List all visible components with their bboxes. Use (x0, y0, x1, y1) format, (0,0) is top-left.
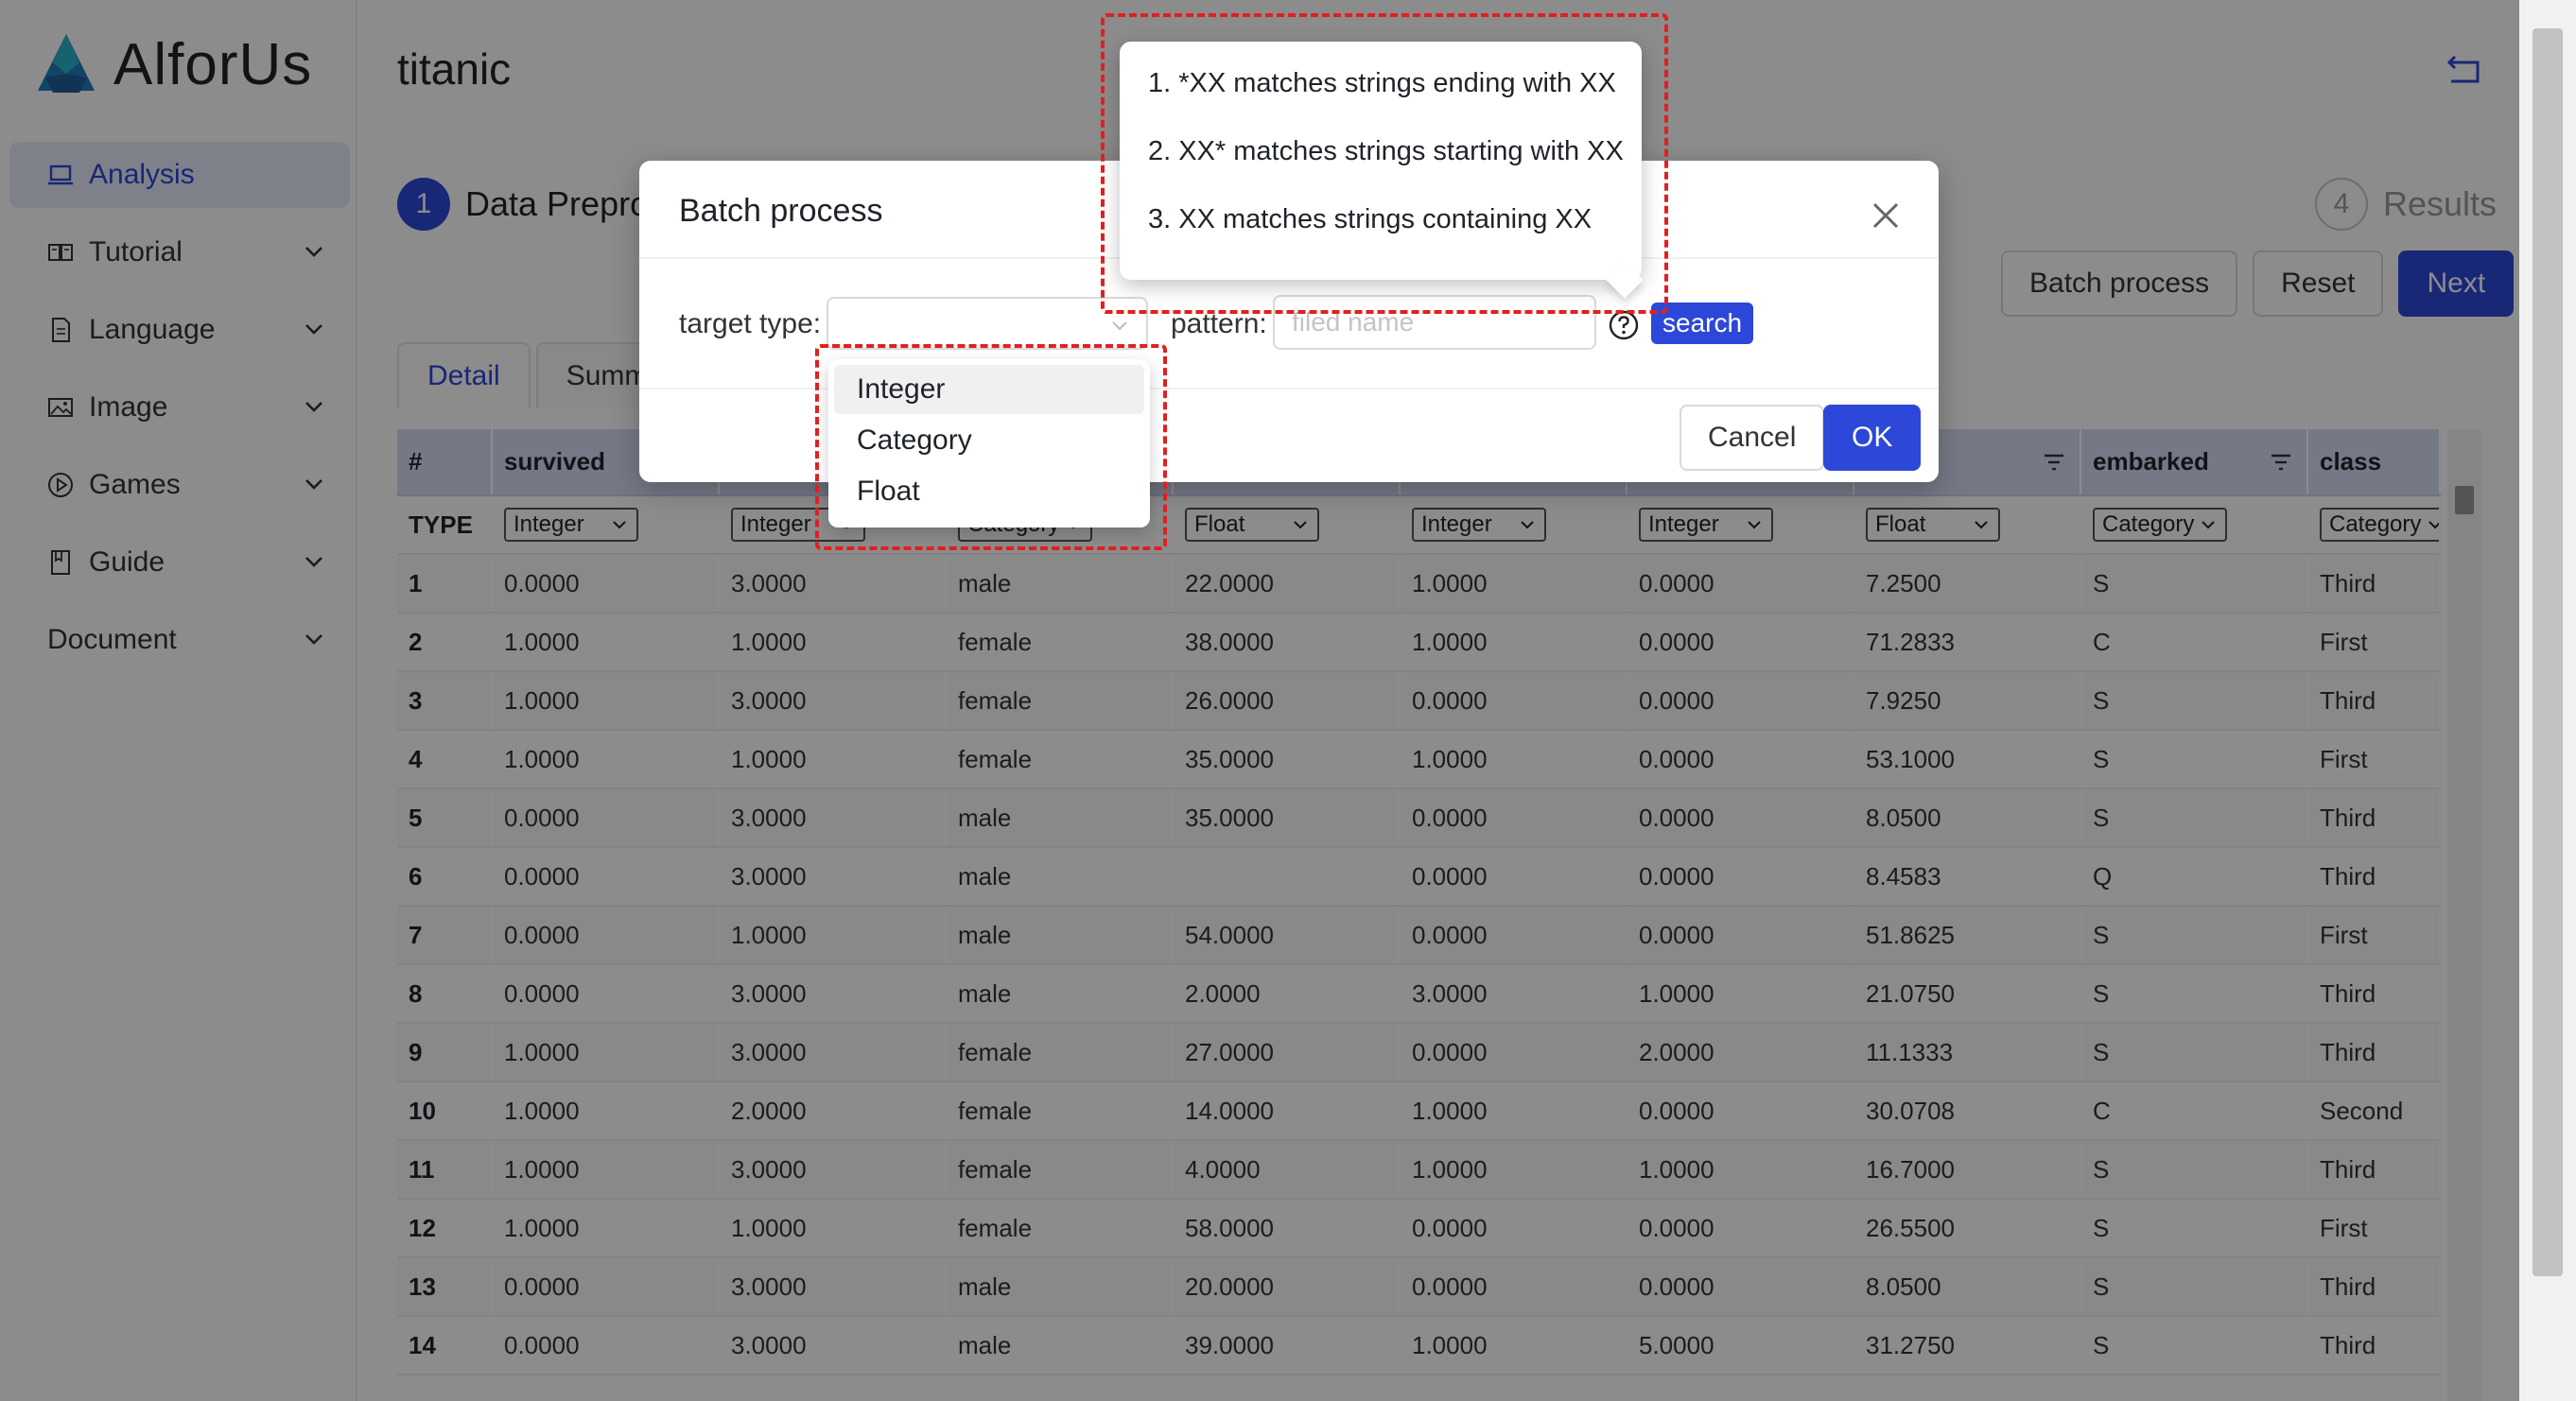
question-icon[interactable] (1608, 309, 1640, 341)
window-scrollbar[interactable] (2519, 0, 2576, 1401)
close-icon[interactable] (1867, 197, 1905, 234)
highlight-frame (815, 344, 1167, 550)
window-scroll-thumb[interactable] (2532, 28, 2563, 1276)
cancel-button[interactable]: Cancel (1680, 405, 1825, 471)
target-type-label: target type: (679, 308, 822, 339)
ok-button[interactable]: OK (1823, 405, 1922, 471)
dialog-title: Batch process (679, 193, 883, 229)
target-type-select[interactable] (827, 297, 1148, 350)
app-window: AlforUs Analysis Tutorial Language Image… (0, 0, 2576, 1401)
chevron-down-icon (1112, 321, 1127, 331)
highlight-frame (1101, 13, 1668, 314)
